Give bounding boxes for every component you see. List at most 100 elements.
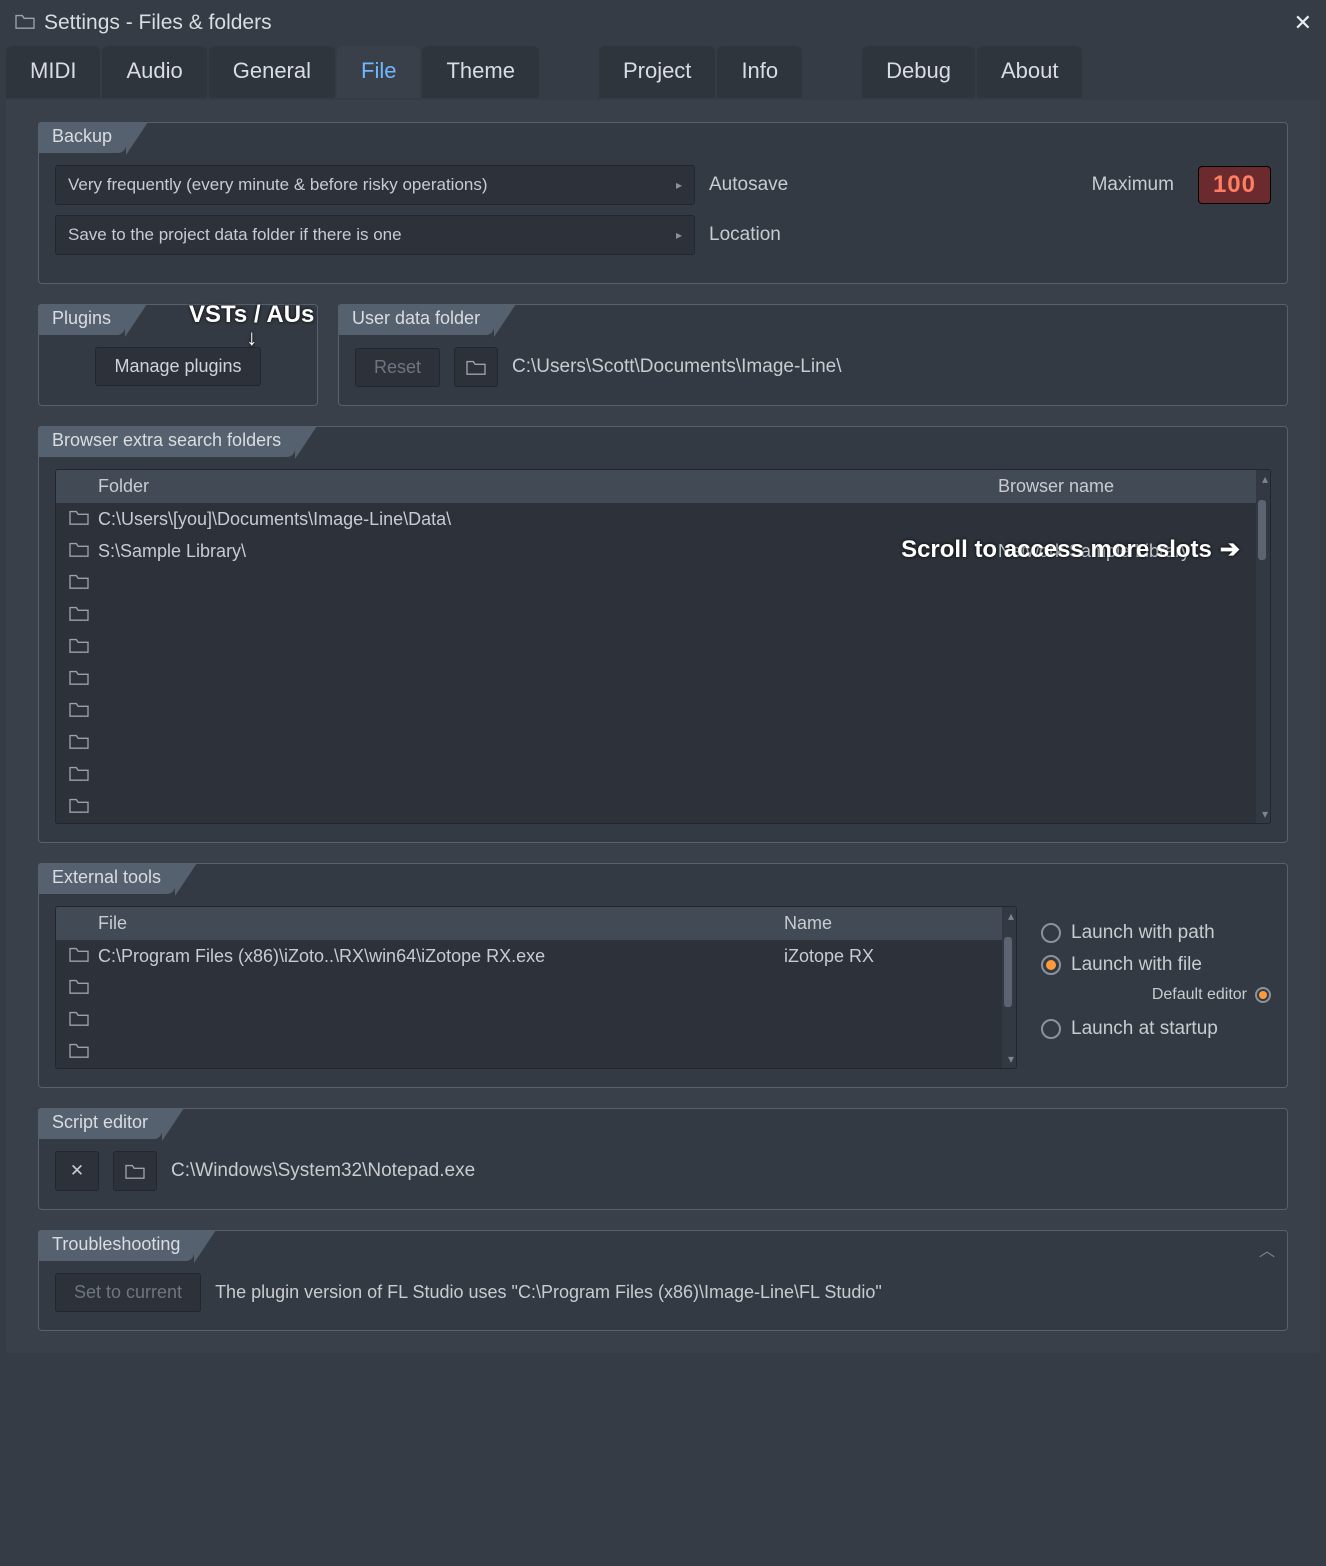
- table-row[interactable]: [56, 972, 1016, 1004]
- content-area: Backup Very frequently (every minute & b…: [6, 100, 1320, 1353]
- manage-plugins-button[interactable]: Manage plugins: [95, 347, 260, 386]
- reset-button[interactable]: Reset: [355, 348, 440, 387]
- tab-midi[interactable]: MIDI: [6, 46, 100, 98]
- external-tools-list: File Name C:\Program Files (x86)\iZoto..…: [55, 906, 1017, 1069]
- folder-icon: [14, 12, 36, 35]
- script-editor-path: C:\Windows\System32\Notepad.exe: [171, 1160, 475, 1182]
- tab-theme[interactable]: Theme: [422, 46, 538, 98]
- dropdown-value: Very frequently (every minute & before r…: [68, 175, 488, 195]
- caret-right-icon: ▸: [676, 178, 682, 192]
- location-label: Location: [709, 224, 829, 246]
- radio-icon: [1255, 987, 1271, 1003]
- folder-icon: [68, 796, 98, 819]
- user-data-path: C:\Users\Scott\Documents\Image-Line\: [512, 356, 841, 378]
- browser-folders-panel: Browser extra search folders Folder Brow…: [38, 426, 1288, 843]
- row-folder: S:\Sample Library\: [98, 541, 998, 562]
- panel-label: Script editor: [38, 1108, 162, 1139]
- scroll-thumb[interactable]: [1004, 937, 1012, 1007]
- radio-icon: [1041, 955, 1061, 975]
- close-icon[interactable]: ✕: [1294, 10, 1312, 36]
- user-data-panel: User data folder Reset C:\Users\Scott\Do…: [338, 304, 1288, 406]
- tab-audio[interactable]: Audio: [102, 46, 206, 98]
- folder-icon: [68, 572, 98, 595]
- col-name: Name: [784, 913, 1004, 934]
- table-row[interactable]: [56, 599, 1270, 631]
- browse-folder-button[interactable]: [454, 347, 498, 387]
- browser-folder-list: Folder Browser name Scroll to access mor…: [55, 469, 1271, 824]
- table-row[interactable]: [56, 1036, 1016, 1068]
- radio-launch-path[interactable]: Launch with path: [1041, 922, 1271, 944]
- launch-options: Launch with path Launch with file Defaul…: [1041, 906, 1271, 1069]
- annotation-scroll: Scroll to access more slots ➔: [901, 535, 1240, 564]
- row-file: C:\Program Files (x86)\iZoto..\RX\win64\…: [98, 946, 784, 967]
- list-header: File Name: [56, 907, 1016, 940]
- radio-icon: [1041, 923, 1061, 943]
- scrollbar[interactable]: ▴ ▾: [1002, 907, 1016, 1068]
- maximum-value[interactable]: 100: [1198, 166, 1271, 204]
- tab-debug[interactable]: Debug: [862, 46, 975, 98]
- table-row[interactable]: [56, 759, 1270, 791]
- tab-info[interactable]: Info: [717, 46, 802, 98]
- troubleshooting-panel: Troubleshooting ︿ Set to current The plu…: [38, 1230, 1288, 1331]
- col-file: File: [98, 913, 784, 934]
- table-row[interactable]: [56, 567, 1270, 599]
- folder-icon: [68, 540, 98, 563]
- scroll-down-icon[interactable]: ▾: [1008, 1052, 1014, 1066]
- plugins-panel: Plugins VSTs / AUs Manage plugins: [38, 304, 318, 406]
- list-body[interactable]: C:\Program Files (x86)\iZoto..\RX\win64\…: [56, 940, 1016, 1068]
- panel-label: Plugins: [38, 304, 125, 335]
- script-editor-panel: Script editor ✕ C:\Windows\System32\Note…: [38, 1108, 1288, 1210]
- folder-icon: [68, 636, 98, 659]
- table-row[interactable]: [56, 1004, 1016, 1036]
- folder-icon: [68, 1041, 98, 1064]
- table-row[interactable]: [56, 663, 1270, 695]
- location-dropdown[interactable]: Save to the project data folder if there…: [55, 215, 695, 255]
- panel-label: External tools: [38, 863, 175, 894]
- maximum-label: Maximum: [1092, 174, 1174, 196]
- arrow-right-icon: ➔: [1220, 535, 1240, 564]
- scroll-down-icon[interactable]: ▾: [1262, 807, 1268, 821]
- list-header: Folder Browser name: [56, 470, 1270, 503]
- folder-icon: [68, 945, 98, 968]
- col-folder: Folder: [98, 476, 998, 497]
- caret-right-icon: ▸: [676, 228, 682, 242]
- scrollbar[interactable]: ▴ ▾: [1256, 470, 1270, 823]
- titlebar: Settings - Files & folders ✕: [0, 0, 1326, 46]
- table-row[interactable]: [56, 727, 1270, 759]
- autosave-dropdown[interactable]: Very frequently (every minute & before r…: [55, 165, 695, 205]
- row-folder: C:\Users\[you]\Documents\Image-Line\Data…: [98, 509, 998, 530]
- folder-icon: [68, 1009, 98, 1032]
- col-browser-name: Browser name: [998, 476, 1258, 497]
- dropdown-value: Save to the project data folder if there…: [68, 225, 402, 245]
- radio-launch-startup[interactable]: Launch at startup: [1041, 1018, 1271, 1040]
- tab-file[interactable]: File: [337, 46, 420, 98]
- browse-folder-button[interactable]: [113, 1151, 157, 1191]
- clear-button[interactable]: ✕: [55, 1151, 99, 1191]
- list-body[interactable]: Scroll to access more slots ➔ C:\Users\[…: [56, 503, 1270, 823]
- annotation-vsts: VSTs / AUs: [189, 301, 314, 351]
- tabs-bar: MIDIAudioGeneralFileTheme ProjectInfo Debu…: [0, 46, 1326, 100]
- default-editor-option[interactable]: Default editor: [1041, 986, 1271, 1004]
- table-row[interactable]: C:\Program Files (x86)\iZoto..\RX\win64\…: [56, 940, 1016, 972]
- table-row[interactable]: [56, 631, 1270, 663]
- row-name: iZotope RX: [784, 946, 1004, 967]
- tab-about[interactable]: About: [977, 46, 1083, 98]
- set-to-current-button[interactable]: Set to current: [55, 1273, 201, 1312]
- scroll-up-icon[interactable]: ▴: [1262, 472, 1268, 486]
- tab-project[interactable]: Project: [599, 46, 715, 98]
- folder-icon: [68, 700, 98, 723]
- collapse-icon[interactable]: ︿: [1259, 1237, 1275, 1261]
- panel-label: Troubleshooting: [38, 1230, 194, 1261]
- table-row[interactable]: [56, 695, 1270, 727]
- scroll-thumb[interactable]: [1258, 500, 1266, 560]
- radio-launch-file[interactable]: Launch with file: [1041, 954, 1271, 976]
- tab-general[interactable]: General: [209, 46, 335, 98]
- panel-label: User data folder: [338, 304, 494, 335]
- table-row[interactable]: [56, 791, 1270, 823]
- table-row[interactable]: C:\Users\[you]\Documents\Image-Line\Data…: [56, 503, 1270, 535]
- scroll-up-icon[interactable]: ▴: [1008, 909, 1014, 923]
- folder-icon: [68, 732, 98, 755]
- folder-icon: [68, 764, 98, 787]
- window-title: Settings - Files & folders: [44, 11, 272, 35]
- external-tools-panel: External tools File Name C:\Program File…: [38, 863, 1288, 1088]
